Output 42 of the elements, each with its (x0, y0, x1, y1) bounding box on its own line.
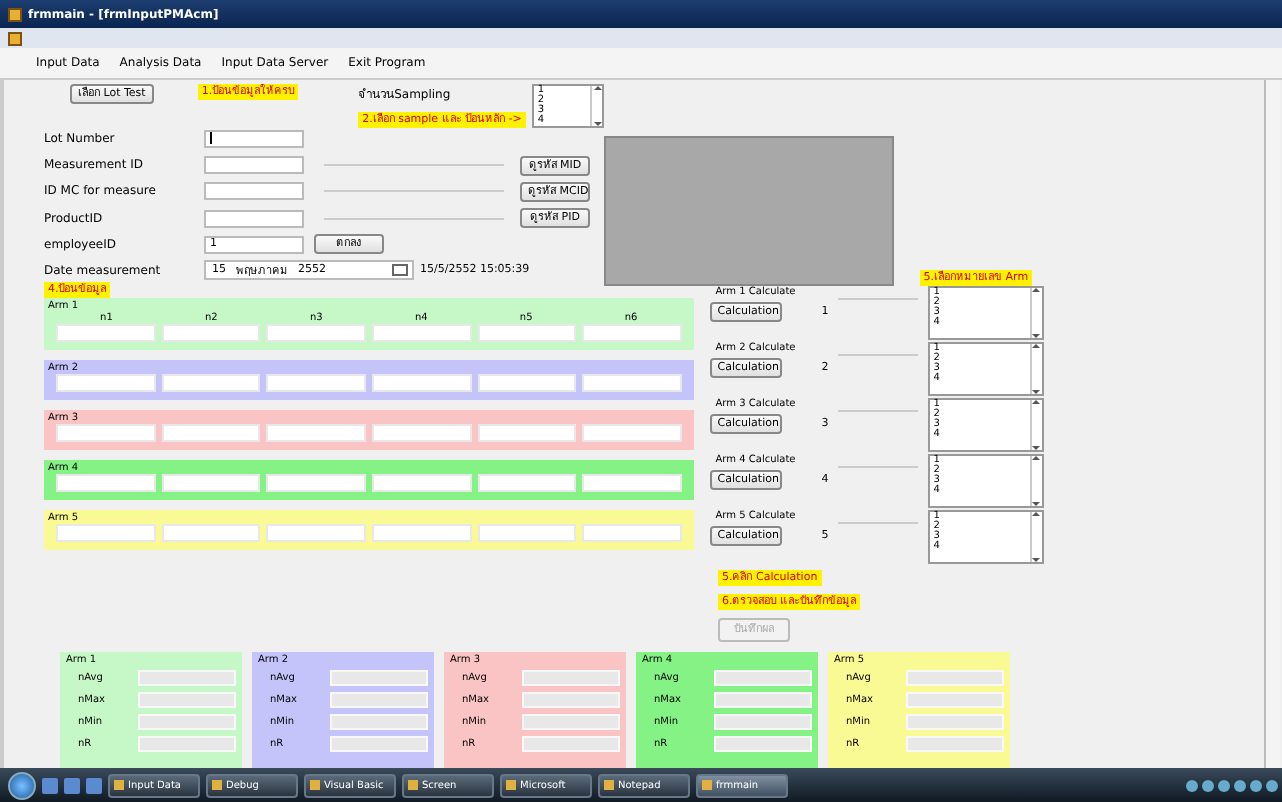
window-icon (212, 780, 222, 790)
window-icon (408, 780, 418, 790)
output-field (906, 735, 1004, 751)
output-field (330, 735, 428, 751)
output-field (138, 735, 236, 751)
start-button[interactable] (8, 771, 36, 799)
output-field (906, 691, 1004, 707)
scrollbar[interactable] (1029, 400, 1042, 450)
output-field (522, 735, 620, 751)
window-icon (506, 780, 516, 790)
output-field (138, 669, 236, 685)
output-field (522, 669, 620, 685)
output-field (714, 713, 812, 729)
output-field (330, 691, 428, 707)
output-field (906, 669, 1004, 685)
output-field (522, 713, 620, 729)
form-icon (8, 31, 22, 45)
scrollbar[interactable] (1029, 344, 1042, 394)
output-field (330, 669, 428, 685)
scrollbar[interactable] (1029, 288, 1042, 338)
input-field[interactable] (204, 182, 304, 201)
input-field[interactable] (204, 130, 304, 149)
output-field (906, 713, 1004, 729)
scrollbar[interactable] (1029, 512, 1042, 562)
window-icon (604, 780, 614, 790)
window-icon (310, 780, 320, 790)
scrollbar[interactable] (1029, 456, 1042, 506)
input-field[interactable] (204, 209, 304, 228)
app-icon (8, 7, 22, 21)
output-field (714, 691, 812, 707)
output-field (714, 669, 812, 685)
window-icon (114, 780, 124, 790)
scrollbar[interactable] (590, 86, 602, 126)
scrollbar[interactable] (1264, 80, 1280, 768)
output-field (522, 691, 620, 707)
calendar-icon[interactable] (392, 264, 408, 277)
output-field (138, 691, 236, 707)
output-field (714, 735, 812, 751)
window-icon (702, 780, 712, 790)
output-field (138, 713, 236, 729)
input-field[interactable] (204, 156, 304, 175)
output-field (330, 713, 428, 729)
